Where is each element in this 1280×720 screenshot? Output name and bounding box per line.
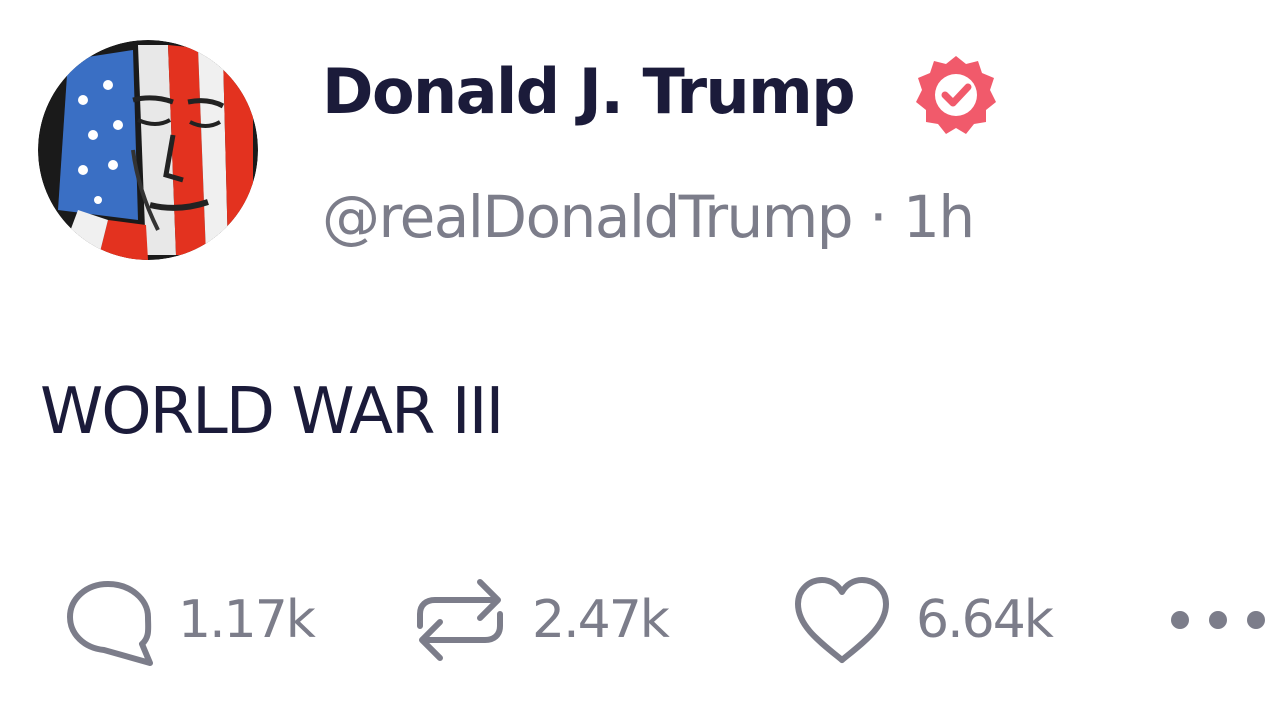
repost-count: 2.47k [532,590,670,650]
repost-button[interactable]: 2.47k [410,570,670,670]
like-count: 6.64k [916,590,1054,650]
reply-button[interactable]: 1.17k [60,570,316,670]
author-display-name[interactable]: Donald J. Trump [322,52,856,132]
separator-dot: · [869,183,887,251]
verified-badge-icon [916,56,996,134]
like-button[interactable]: 6.64k [790,570,1054,670]
post-timestamp[interactable]: 1h [903,183,975,251]
handle-line: @realDonaldTrump · 1h [322,180,975,254]
avatar[interactable] [38,40,258,260]
repost-arrows-icon [417,579,503,661]
ellipsis-icon[interactable] [1168,600,1278,640]
author-handle[interactable]: @realDonaldTrump [322,183,854,251]
heart-icon [795,577,889,663]
post-body-text: WORLD WAR III [40,375,504,449]
avatar-image [38,40,258,260]
speech-bubble-icon [67,581,153,666]
post-card: Donald J. Trump @realDonaldTrump · 1h WO… [0,0,1280,720]
reply-count: 1.17k [178,590,316,650]
